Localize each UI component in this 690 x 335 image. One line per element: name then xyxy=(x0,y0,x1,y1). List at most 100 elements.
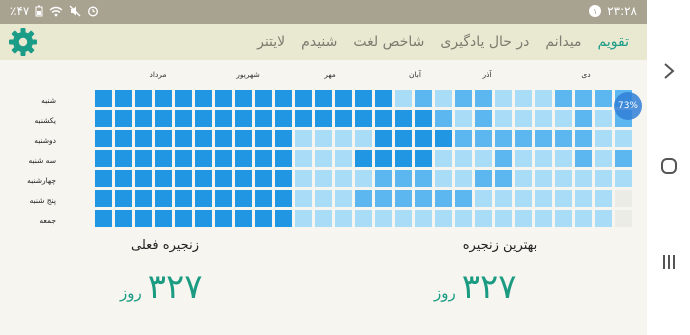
heatmap-cell xyxy=(555,150,572,167)
heatmap-cell xyxy=(155,190,172,207)
weekday-label: شنبه xyxy=(41,96,56,105)
heatmap-cell xyxy=(335,150,352,167)
current-streak-unit: روز xyxy=(120,284,142,302)
heatmap-cell xyxy=(475,170,492,187)
heatmap-cell xyxy=(235,110,252,127)
heatmap-cell xyxy=(155,170,172,187)
heatmap-cell xyxy=(355,170,372,187)
heatmap-cell xyxy=(175,130,192,147)
tab-leitner[interactable]: لایتنر xyxy=(249,24,293,60)
heatmap-cell xyxy=(435,170,452,187)
heatmap-cell xyxy=(575,150,592,167)
heatmap-cell xyxy=(255,150,272,167)
heatmap-cell xyxy=(395,130,412,147)
heatmap-cell xyxy=(395,90,412,107)
heatmap-cell xyxy=(295,190,312,207)
current-streak-label: زنجیره فعلی xyxy=(131,238,199,253)
heatmap-cell xyxy=(515,90,532,107)
heatmap-cell xyxy=(455,90,472,107)
heatmap-cell xyxy=(475,110,492,127)
heatmap-cell xyxy=(455,130,472,147)
heatmap-cell xyxy=(595,130,612,147)
recents-button[interactable] xyxy=(647,253,690,275)
heatmap-cell xyxy=(275,190,292,207)
tab-known[interactable]: میدانم xyxy=(537,24,589,60)
heatmap-cell xyxy=(335,170,352,187)
best-streak-unit: روز xyxy=(434,284,456,302)
gear-icon[interactable] xyxy=(8,27,38,57)
heatmap-cell xyxy=(495,130,512,147)
weekday-label: دوشنبه xyxy=(34,136,56,145)
heatmap-cell xyxy=(95,190,112,207)
heatmap-cell xyxy=(515,170,532,187)
heatmap-cell xyxy=(155,130,172,147)
heatmap-cell xyxy=(475,210,492,227)
heatmap-cell xyxy=(515,110,532,127)
back-button[interactable] xyxy=(647,62,690,84)
heatmap-cell xyxy=(615,150,632,167)
heatmap-cell xyxy=(295,150,312,167)
heatmap-cell xyxy=(575,190,592,207)
heatmap-cell xyxy=(595,150,612,167)
tab-calendar[interactable]: تقویم xyxy=(590,24,637,60)
heatmap-cell xyxy=(355,90,372,107)
tab-word-index[interactable]: شاخص لغت xyxy=(345,24,432,60)
heatmap-cell xyxy=(595,110,612,127)
best-streak-value: روز ۳۲۷ xyxy=(434,267,517,307)
heatmap-cell xyxy=(275,130,292,147)
heatmap-cell xyxy=(195,210,212,227)
heatmap-cell xyxy=(195,190,212,207)
heatmap-cell xyxy=(535,110,552,127)
heatmap-cell xyxy=(255,210,272,227)
heatmap-cell xyxy=(235,130,252,147)
heatmap-cell xyxy=(215,150,232,167)
heatmap-cell xyxy=(495,110,512,127)
heatmap-cell xyxy=(435,110,452,127)
battery-icon xyxy=(35,5,43,17)
heatmap-cell xyxy=(575,130,592,147)
heatmap-cell xyxy=(275,170,292,187)
heatmap-cell xyxy=(135,110,152,127)
status-bar: ٪۴۷ ۱ ۲۳:۲۸ xyxy=(0,0,647,24)
heatmap-cell xyxy=(615,190,632,207)
heatmap-cell xyxy=(355,150,372,167)
heatmap-cell xyxy=(295,110,312,127)
best-streak-label: بهترین زنجیره xyxy=(462,238,538,253)
heatmap-cell xyxy=(415,110,432,127)
heatmap-cell xyxy=(535,150,552,167)
tab-heard[interactable]: شنیدم xyxy=(293,24,345,60)
heatmap-cell xyxy=(275,210,292,227)
tab-bar: تقویم میدانم در حال یادگیری شاخص لغت شنی… xyxy=(249,24,637,60)
weekday-label: جمعه xyxy=(39,216,56,225)
heatmap-cell xyxy=(475,190,492,207)
heatmap-cell xyxy=(315,130,332,147)
heatmap-cell xyxy=(135,210,152,227)
heatmap-cell xyxy=(435,90,452,107)
best-streak-number: ۳۲۷ xyxy=(461,267,517,307)
heatmap-cell xyxy=(235,170,252,187)
heatmap-cell xyxy=(235,150,252,167)
heatmap-cell xyxy=(395,110,412,127)
home-button[interactable] xyxy=(647,157,690,179)
heatmap-cell xyxy=(495,150,512,167)
heatmap-cell xyxy=(335,130,352,147)
home-icon xyxy=(660,158,677,174)
weekday-label: یکشنبه xyxy=(34,116,56,125)
heatmap-cell xyxy=(275,90,292,107)
month-label: مرداد xyxy=(149,70,167,79)
heatmap-cell xyxy=(375,110,392,127)
weekday-label: پنج شنبه xyxy=(29,196,56,205)
heatmap-cell xyxy=(135,90,152,107)
heatmap-cell xyxy=(575,210,592,227)
heatmap-cell xyxy=(155,150,172,167)
tab-learning[interactable]: در حال یادگیری xyxy=(432,24,537,60)
progress-badge[interactable]: 73% xyxy=(614,92,642,120)
heatmap-cell xyxy=(415,150,432,167)
heatmap-cell xyxy=(475,90,492,107)
heatmap-cell xyxy=(255,170,272,187)
heatmap-cell xyxy=(215,90,232,107)
heatmap-cell xyxy=(515,130,532,147)
heatmap-cell xyxy=(315,170,332,187)
heatmap-cell xyxy=(135,190,152,207)
heatmap-cell xyxy=(355,210,372,227)
